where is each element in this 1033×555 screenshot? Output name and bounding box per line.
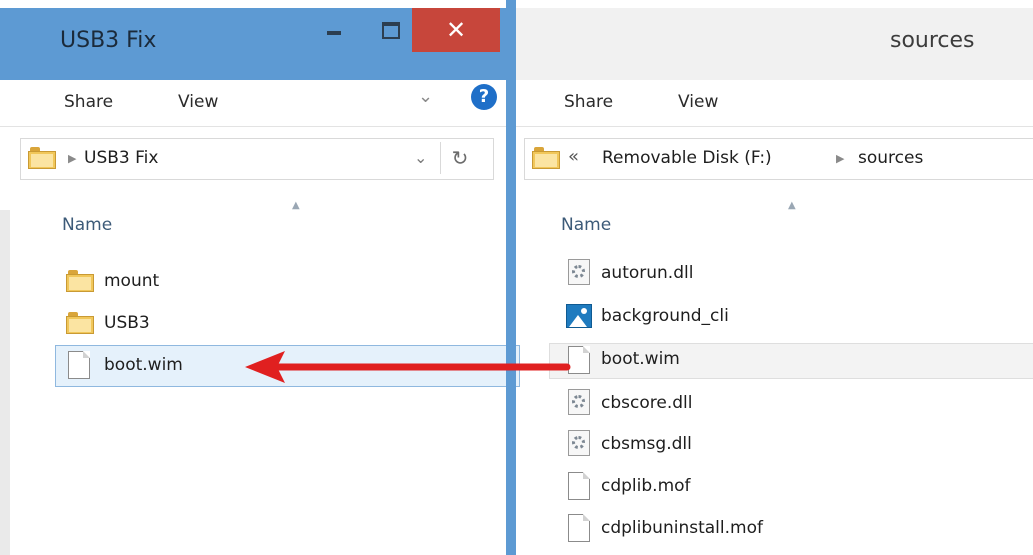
close-icon: ✕	[445, 16, 467, 44]
sort-ascending-icon: ▲	[292, 200, 300, 211]
list-item[interactable]: cdplib.mof	[601, 476, 691, 496]
sort-ascending-icon: ▲	[788, 200, 796, 211]
refresh-icon[interactable]: ↻	[446, 142, 474, 174]
list-item[interactable]: USB3	[104, 313, 150, 333]
dll-file-icon	[568, 389, 590, 415]
left-share-tab[interactable]: Share	[64, 92, 113, 112]
help-icon[interactable]: ?	[471, 84, 497, 110]
dll-file-icon	[568, 259, 590, 285]
address-divider	[440, 142, 441, 174]
left-window-title: USB3 Fix	[60, 28, 157, 53]
maximize-icon	[382, 21, 400, 39]
left-view-tab[interactable]: View	[178, 92, 218, 112]
list-item[interactable]: autorun.dll	[601, 263, 693, 283]
list-item[interactable]: boot.wim	[104, 355, 183, 375]
file-icon	[68, 351, 90, 379]
right-address-bar[interactable]	[524, 138, 1033, 180]
left-column-header-name[interactable]: Name	[62, 215, 112, 235]
breadcrumb-arrow-icon[interactable]: ▶	[68, 152, 76, 165]
file-icon	[568, 514, 590, 542]
close-button[interactable]: ✕	[412, 8, 500, 52]
address-folder-icon	[28, 147, 56, 169]
minimize-button[interactable]	[312, 8, 356, 52]
list-item[interactable]: cdplibuninstall.mof	[601, 518, 763, 538]
folder-icon	[66, 312, 94, 334]
list-item[interactable]: cbscore.dll	[601, 393, 692, 413]
right-view-tab[interactable]: View	[678, 92, 718, 112]
breadcrumb-drive[interactable]: Removable Disk (F:)	[602, 148, 772, 168]
list-item[interactable]: boot.wim	[601, 349, 680, 369]
left-nav-pane-edge	[0, 210, 10, 555]
left-address-path[interactable]: USB3 Fix	[84, 148, 158, 168]
file-icon	[568, 472, 590, 500]
breadcrumb-overflow-icon[interactable]: «	[568, 146, 579, 167]
breadcrumb-arrow-icon[interactable]: ▶	[836, 152, 844, 165]
breadcrumb-folder[interactable]: sources	[858, 148, 923, 168]
window-border	[506, 0, 516, 555]
list-item[interactable]: mount	[104, 271, 159, 291]
list-item[interactable]: background_cli	[601, 306, 729, 326]
folder-icon	[66, 270, 94, 292]
ribbon-expand-chevron-icon[interactable]: ⌄	[418, 86, 433, 107]
address-dropdown-icon[interactable]: ⌄	[414, 148, 427, 167]
image-file-icon	[566, 304, 592, 328]
dll-file-icon	[568, 430, 590, 456]
right-window-title: sources	[890, 28, 975, 53]
right-share-tab[interactable]: Share	[564, 92, 613, 112]
right-column-header-name[interactable]: Name	[561, 215, 611, 235]
minimize-icon	[327, 31, 341, 35]
list-item[interactable]: cbsmsg.dll	[601, 434, 692, 454]
maximize-button[interactable]	[366, 8, 416, 52]
address-folder-icon	[532, 147, 560, 169]
red-arrow-icon	[245, 351, 571, 383]
